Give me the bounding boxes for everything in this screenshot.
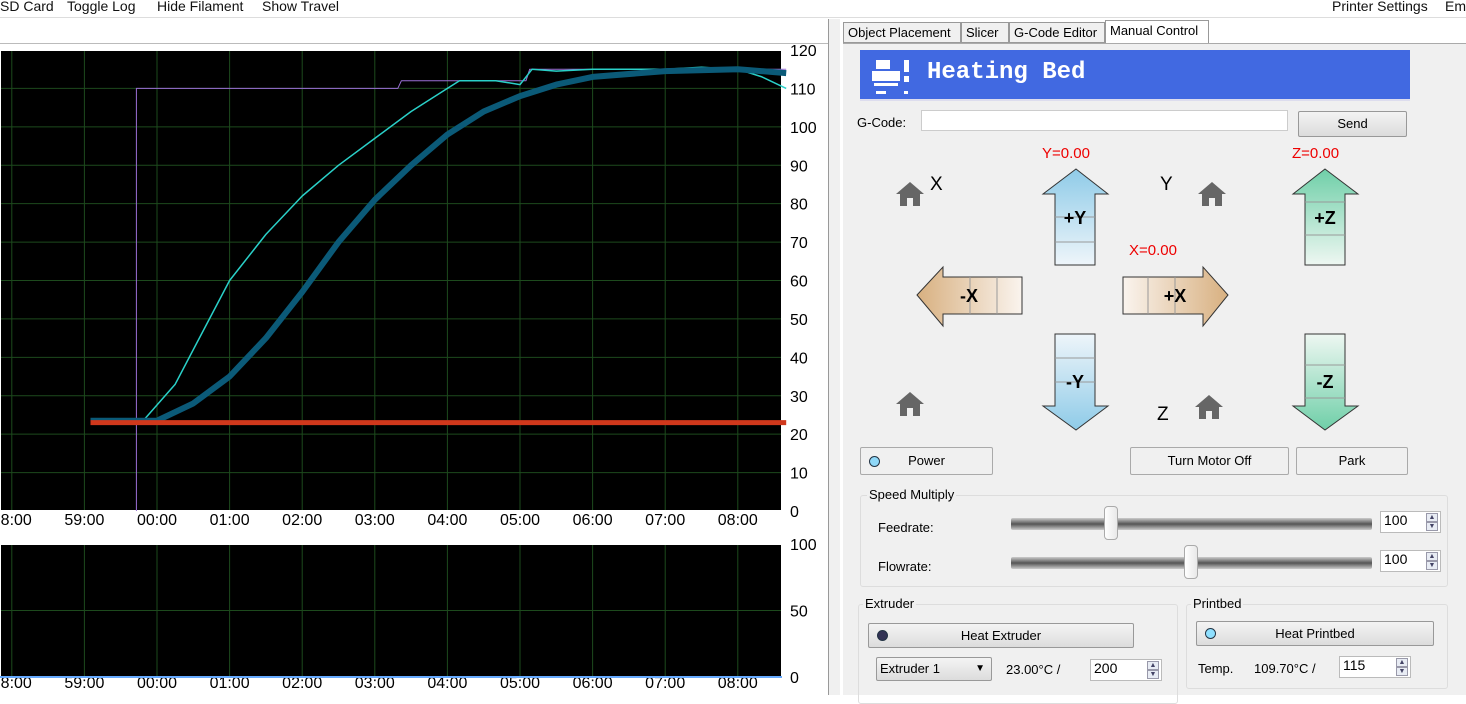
y-tick-label: 50 bbox=[790, 604, 808, 621]
flowrate-label: Flowrate: bbox=[878, 559, 932, 574]
printbed-temp-label: Temp. bbox=[1198, 661, 1234, 676]
x-tick-label: 06:00 bbox=[573, 512, 613, 529]
y-tick-label: 40 bbox=[790, 350, 808, 367]
home-z-icon[interactable] bbox=[1195, 395, 1223, 419]
plus-z-label: +Z bbox=[1314, 208, 1336, 228]
plus-y-label: +Y bbox=[1064, 208, 1087, 228]
x-tick-label: 07:00 bbox=[645, 512, 685, 529]
home-x-icon[interactable] bbox=[896, 182, 924, 206]
banner-title: Heating Bed bbox=[927, 59, 1086, 86]
x-tick-label: 00:00 bbox=[137, 512, 177, 529]
y-tick-label: 110 bbox=[790, 81, 816, 98]
y-tick-label: 0 bbox=[790, 670, 799, 687]
chevron-down-icon: ▼ bbox=[975, 663, 985, 674]
tab-manual-control[interactable]: Manual Control bbox=[1105, 20, 1209, 44]
feedrate-slider[interactable] bbox=[1011, 518, 1372, 530]
heat-printbed-label: Heat Printbed bbox=[1275, 626, 1355, 641]
park-button[interactable]: Park bbox=[1296, 447, 1408, 475]
x-tick-label: 05:00 bbox=[500, 512, 540, 529]
flowrate-slider-thumb[interactable] bbox=[1184, 545, 1198, 579]
speed-multiply-title: Speed Multiply bbox=[867, 487, 957, 502]
feedrate-input[interactable]: 100 ▲ ▼ bbox=[1380, 511, 1441, 533]
tab-slicer[interactable]: Slicer bbox=[961, 22, 1009, 43]
x-tick-label: 01:00 bbox=[210, 512, 250, 529]
extruder-target-input[interactable]: 200 ▲ ▼ bbox=[1090, 659, 1162, 681]
jog-controls: +Y -Y -X +X +Z -Z bbox=[896, 168, 1360, 431]
y-tick-label: 0 bbox=[790, 504, 799, 521]
menu-em[interactable]: Em bbox=[1445, 0, 1466, 14]
y-tick-label: 80 bbox=[790, 197, 808, 214]
y-tick-label: 20 bbox=[790, 427, 808, 444]
toolbar bbox=[0, 19, 828, 44]
heat-extruder-label: Heat Extruder bbox=[960, 628, 1042, 643]
y-tick-label: 50 bbox=[790, 312, 808, 329]
gcode-input[interactable] bbox=[921, 110, 1288, 131]
gcode-label: G-Code: bbox=[857, 115, 907, 130]
power-label: Power bbox=[908, 453, 945, 468]
menu-toggle-log[interactable]: Toggle Log bbox=[67, 0, 136, 14]
flowrate-input[interactable]: 100 ▲ ▼ bbox=[1380, 550, 1441, 572]
y-tick-label: 30 bbox=[790, 389, 808, 406]
extruder-temp: 23.00°C / bbox=[1006, 662, 1061, 677]
extruder-select[interactable]: Extruder 1 ▼ bbox=[876, 657, 992, 681]
printbed-led-icon bbox=[1205, 628, 1216, 639]
minus-x-label: -X bbox=[960, 286, 978, 306]
splitter[interactable] bbox=[828, 19, 840, 695]
y-tick-label: 100 bbox=[790, 120, 817, 137]
x-tick-label: 58:00 bbox=[0, 512, 32, 529]
x-tick-label: 02:00 bbox=[282, 512, 322, 529]
extruder-title: Extruder bbox=[863, 596, 917, 611]
status-banner: Heating Bed bbox=[860, 50, 1410, 101]
temperature-chart: 010203040506070809010011012058:0059:0000… bbox=[0, 43, 817, 692]
tab-gcode-editor[interactable]: G-Code Editor bbox=[1009, 22, 1105, 43]
menu-hide-filament[interactable]: Hide Filament bbox=[157, 0, 243, 14]
y-tick-label: 60 bbox=[790, 274, 808, 291]
menu-show-travel[interactable]: Show Travel bbox=[262, 0, 339, 14]
printbed-target-input[interactable]: 115 ▲ ▼ bbox=[1339, 656, 1411, 678]
x-tick-label: 08:00 bbox=[718, 512, 758, 529]
extruder-led-icon bbox=[877, 630, 888, 641]
extruder-group: Extruder Heat Extruder Extruder 1 ▼ 23.00… bbox=[858, 596, 1178, 704]
x-tick-label: 04:00 bbox=[427, 512, 467, 529]
y-tick-label: 90 bbox=[790, 158, 808, 175]
minus-y-label: -Y bbox=[1066, 372, 1084, 392]
send-button[interactable]: Send bbox=[1298, 111, 1407, 137]
home-all-icon[interactable] bbox=[896, 392, 924, 416]
x-tick-label: 59:00 bbox=[64, 512, 104, 529]
feedrate-label: Feedrate: bbox=[878, 520, 934, 535]
menu-sd-card[interactable]: SD Card bbox=[0, 0, 54, 14]
y-tick-label: 100 bbox=[790, 537, 817, 554]
y-tick-label: 70 bbox=[790, 235, 808, 252]
feedrate-slider-thumb[interactable] bbox=[1104, 506, 1118, 540]
power-button[interactable]: Power bbox=[860, 447, 993, 475]
printbed-title: Printbed bbox=[1191, 596, 1244, 611]
tab-object-placement[interactable]: Object Placement bbox=[843, 22, 961, 43]
menu-printer-settings[interactable]: Printer Settings bbox=[1332, 0, 1428, 14]
plus-x-label: +X bbox=[1164, 286, 1187, 306]
speed-multiply-group: Speed Multiply Feedrate: 100 ▲ ▼ Flowrate:… bbox=[860, 487, 1448, 587]
home-y-icon[interactable] bbox=[1198, 182, 1226, 206]
printer-icon bbox=[872, 60, 909, 94]
power-led-icon bbox=[869, 456, 880, 467]
minus-z-label: -Z bbox=[1317, 372, 1334, 392]
heat-extruder-button[interactable]: Heat Extruder bbox=[868, 623, 1134, 648]
printbed-temp: 109.70°C / bbox=[1254, 661, 1316, 676]
turn-motor-off-button[interactable]: Turn Motor Off bbox=[1130, 447, 1289, 475]
y-tick-label: 120 bbox=[790, 44, 817, 60]
menu-bar: SD Card Toggle Log Hide Filament Show Tr… bbox=[0, 0, 1466, 18]
x-tick-label: 03:00 bbox=[355, 512, 395, 529]
printbed-group: Printbed Heat Printbed Temp. 109.70°C / … bbox=[1186, 596, 1448, 689]
temperature-chart-area: 010203040506070809010011012058:0059:0000… bbox=[0, 43, 828, 695]
y-tick-label: 10 bbox=[790, 466, 808, 483]
heat-printbed-button[interactable]: Heat Printbed bbox=[1196, 621, 1434, 646]
